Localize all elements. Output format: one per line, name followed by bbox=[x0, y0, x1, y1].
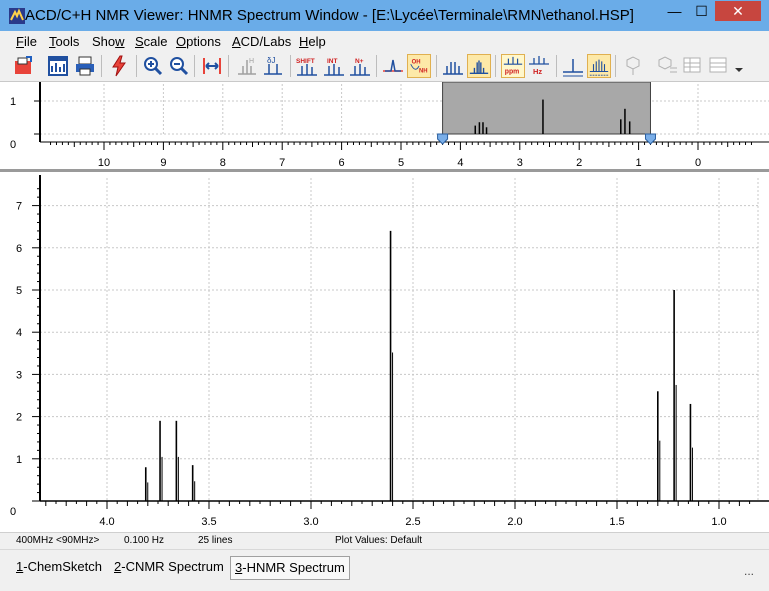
y-tick-label: 2 bbox=[16, 412, 22, 424]
proton-count-icon[interactable]: N+ bbox=[348, 54, 372, 78]
y-tick-label: 6 bbox=[16, 243, 22, 255]
window-title: ACD/C+H NMR Viewer: HNMR Spectrum Window… bbox=[25, 7, 634, 24]
overview-y-tick-label: 1 bbox=[10, 96, 16, 108]
assign-gray-icon[interactable] bbox=[655, 54, 679, 78]
y-tick-label: 3 bbox=[16, 369, 22, 381]
tab-hnmr-spectrum[interactable]: 3-HNMR Spectrum bbox=[230, 556, 350, 580]
svg-text:δJ: δJ bbox=[267, 56, 275, 65]
toolbar: H δJ SHIFT INT N+ OH NH ppm Hz bbox=[0, 51, 769, 82]
hz-text: Hz bbox=[533, 67, 542, 76]
menu-tools[interactable]: Tools bbox=[49, 34, 79, 49]
x-tick-label: 3.5 bbox=[201, 516, 216, 528]
table-gray-icon-2[interactable] bbox=[707, 54, 731, 78]
tab-chemsketch[interactable]: 1-ChemSketch bbox=[12, 556, 106, 580]
baseline-icon[interactable] bbox=[381, 54, 405, 78]
y-tick-label: 4 bbox=[16, 327, 22, 339]
table-gray-icon[interactable] bbox=[681, 54, 705, 78]
overview-x-tick-label: 10 bbox=[98, 157, 110, 169]
oh-text: OH bbox=[412, 59, 421, 65]
x-tick-label: 2.5 bbox=[405, 516, 420, 528]
close-button[interactable]: ✕ bbox=[715, 1, 761, 21]
maximize-button[interactable]: ☐ bbox=[688, 1, 715, 21]
hnmr-spectrum-chart[interactable]: 4.0 3.5 3.0 2.5 2.0 1.5 1.0 0 1 2 3 4 5 6 7 bbox=[0, 175, 769, 532]
multiplet-icon[interactable] bbox=[467, 54, 491, 78]
ppm-text: ppm bbox=[505, 68, 519, 75]
open-icon[interactable] bbox=[12, 54, 36, 78]
x-tick-label: 1.0 bbox=[711, 516, 726, 528]
menu-file[interactable]: File bbox=[16, 34, 37, 49]
zoom-window[interactable] bbox=[442, 81, 651, 135]
overview-x-tick-label: 1 bbox=[636, 157, 642, 169]
y-tick-label: 5 bbox=[16, 285, 22, 297]
status-plot-values: Plot Values: Default bbox=[335, 535, 423, 546]
peaks-icon[interactable] bbox=[441, 54, 465, 78]
menu-options[interactable]: Options bbox=[176, 34, 221, 49]
print-icon[interactable] bbox=[73, 54, 97, 78]
overview-x-tick-label: 4 bbox=[457, 157, 463, 169]
overview-x-tick-label: 8 bbox=[220, 157, 226, 169]
nh-text: NH bbox=[419, 68, 428, 74]
menu-scale[interactable]: Scale bbox=[135, 34, 168, 49]
x-tick-label: 1.5 bbox=[609, 516, 624, 528]
lightning-icon[interactable] bbox=[107, 54, 131, 78]
overview-y-tick-label: 0 bbox=[10, 139, 16, 151]
overview-x-tick-label: 3 bbox=[517, 157, 523, 169]
nplus-text: N+ bbox=[355, 58, 364, 65]
status-bar: 400MHz <90MHz> 0.100 Hz 25 lines Plot Va… bbox=[0, 532, 769, 549]
zoom-out-icon[interactable] bbox=[167, 54, 191, 78]
y-tick-label: 7 bbox=[16, 201, 22, 213]
zoom-in-icon[interactable] bbox=[141, 54, 165, 78]
overview-x-tick-label: 7 bbox=[279, 157, 285, 169]
x-tick-label: 3.0 bbox=[303, 516, 318, 528]
overview-panel: 10 9 8 7 6 5 4 3 2 1 0 1 0 bbox=[0, 81, 769, 172]
status-frequency: 400MHz <90MHz> bbox=[16, 535, 100, 546]
overview-x-tick-label: 5 bbox=[398, 157, 404, 169]
minimize-button[interactable]: — bbox=[661, 1, 688, 21]
coupling-j-icon[interactable]: δJ bbox=[261, 54, 285, 78]
x-tick-label: 2.0 bbox=[507, 516, 522, 528]
overview-spectrum[interactable]: 10 9 8 7 6 5 4 3 2 1 010 bbox=[0, 81, 769, 169]
tab-cnmr-spectrum[interactable]: 2-CNMR Spectrum bbox=[110, 556, 228, 580]
menu-bar: File Tools Show Scale Options ACD/Labs H… bbox=[0, 31, 769, 51]
more-dropdown-icon[interactable] bbox=[733, 54, 745, 78]
x-tick-label: 4.0 bbox=[99, 516, 114, 528]
peak-h-icon[interactable]: H bbox=[235, 54, 259, 78]
oh-nh-icon[interactable]: OH NH bbox=[407, 54, 431, 78]
svg-text:H: H bbox=[249, 58, 254, 65]
overview-x-tick-label: 6 bbox=[339, 157, 345, 169]
spectrum-view-icon[interactable] bbox=[561, 54, 585, 78]
status-lines: 25 lines bbox=[198, 535, 233, 546]
tab-overflow[interactable]: ... bbox=[744, 564, 754, 578]
shift-label-icon[interactable]: SHIFT bbox=[295, 54, 319, 78]
menu-show[interactable]: Show bbox=[92, 34, 125, 49]
full-range-icon[interactable] bbox=[200, 54, 224, 78]
status-resolution: 0.100 Hz bbox=[124, 535, 165, 546]
main-spectrum-panel: 4.0 3.5 3.0 2.5 2.0 1.5 1.0 0 1 2 3 4 5 6 7 bbox=[0, 175, 769, 532]
overview-x-tick-label: 2 bbox=[576, 157, 582, 169]
y-tick-label: 1 bbox=[16, 454, 22, 466]
int-text: INT bbox=[327, 58, 338, 65]
hz-unit-icon[interactable]: Hz bbox=[527, 54, 551, 78]
overview-x-tick-label: 0 bbox=[695, 157, 701, 169]
menu-acdlabs[interactable]: ACD/Labs bbox=[232, 34, 291, 49]
shift-text: SHIFT bbox=[296, 58, 315, 65]
overview-x-tick-label: 9 bbox=[160, 157, 166, 169]
y-tick-label: 0 bbox=[10, 506, 16, 518]
title-bar: ACD/C+H NMR Viewer: HNMR Spectrum Window… bbox=[0, 0, 769, 31]
document-tabs: 1-ChemSketch 2-CNMR Spectrum 3-HNMR Spec… bbox=[0, 549, 769, 591]
chart-window-icon[interactable] bbox=[46, 54, 70, 78]
menu-help[interactable]: Help bbox=[299, 34, 326, 49]
structure-gray-icon[interactable] bbox=[621, 54, 645, 78]
scaled-spectrum-icon[interactable] bbox=[587, 54, 611, 78]
integral-label-icon[interactable]: INT bbox=[322, 54, 346, 78]
ppm-unit-icon[interactable]: ppm bbox=[501, 54, 525, 78]
